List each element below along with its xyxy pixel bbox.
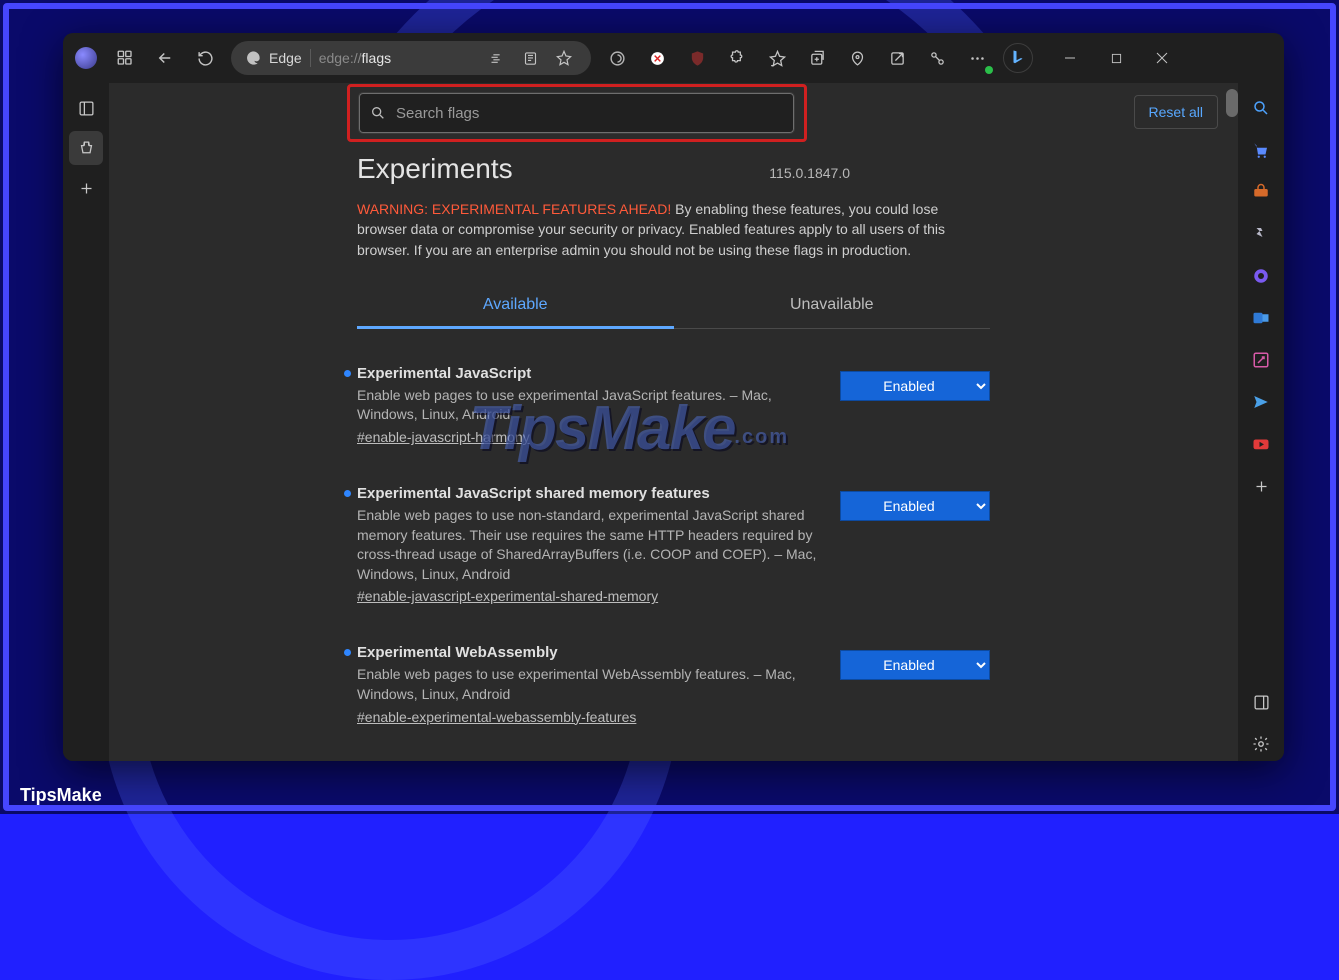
content-area: Reset all Experiments 115.0.1847.0 WARNI…	[109, 83, 1238, 761]
flag-id-link[interactable]: #enable-experimental-webassembly-feature…	[357, 709, 636, 725]
sidebar-tools-icon[interactable]	[1244, 175, 1278, 209]
page-title: Experiments	[357, 153, 513, 185]
sidebar-youtube-icon[interactable]	[1244, 427, 1278, 461]
flag-select-input[interactable]: Enabled	[840, 371, 990, 401]
version-label: 115.0.1847.0	[769, 165, 850, 181]
modified-dot-icon	[344, 649, 351, 656]
warning-text: WARNING: EXPERIMENTAL FEATURES AHEAD! By…	[357, 199, 990, 260]
search-flags-input[interactable]	[396, 105, 783, 122]
sidebar-shopping-icon[interactable]	[1244, 133, 1278, 167]
sidebar-games-icon[interactable]	[1244, 217, 1278, 251]
refresh-icon[interactable]	[185, 38, 225, 78]
reset-all-button[interactable]: Reset all	[1134, 95, 1218, 129]
flag-item: Experimental WebAssembly JavaScript Prom…	[357, 751, 990, 761]
left-sidebar	[63, 83, 109, 761]
footer-caption: TipsMake	[20, 785, 102, 806]
bing-sidebar-icon[interactable]	[1003, 43, 1033, 73]
search-icon	[370, 105, 386, 121]
sidebar-panel-icon[interactable]	[1244, 685, 1278, 719]
search-flags-field[interactable]	[359, 93, 794, 133]
toolbar-icons	[597, 38, 997, 78]
sidebar-send-icon[interactable]	[1244, 385, 1278, 419]
profile-avatar[interactable]	[75, 47, 97, 69]
maximize-button[interactable]	[1093, 38, 1139, 78]
tab-available[interactable]: Available	[357, 284, 674, 329]
right-sidebar	[1238, 83, 1284, 761]
new-tab-icon[interactable]	[69, 171, 103, 205]
reader-mode-icon[interactable]	[517, 38, 543, 78]
url-text: edge://flags	[319, 50, 391, 66]
browser-essentials-icon[interactable]	[837, 38, 877, 78]
collections-icon[interactable]	[797, 38, 837, 78]
flag-item: Experimental JavaScript shared memory fe…	[357, 471, 990, 620]
read-aloud-icon[interactable]	[483, 38, 509, 78]
flag-title: Experimental WebAssembly	[357, 644, 820, 661]
modified-dot-icon	[344, 370, 351, 377]
url-separator	[310, 49, 311, 67]
browser-topbar: Edge edge://flags	[63, 33, 1284, 83]
flags-page: Reset all Experiments 115.0.1847.0 WARNI…	[109, 83, 1238, 761]
scrollbar-thumb[interactable]	[1226, 89, 1238, 117]
sidebar-office-icon[interactable]	[1244, 259, 1278, 293]
flag-state-select[interactable]: Enabled	[840, 650, 990, 680]
flag-description: Enable web pages to use experimental Jav…	[357, 386, 820, 425]
window-controls	[1047, 38, 1185, 78]
vertical-tabs-icon[interactable]	[69, 91, 103, 125]
favorite-star-icon[interactable]	[551, 38, 577, 78]
edge-browser-window: Edge edge://flags	[63, 33, 1284, 761]
tab-unavailable[interactable]: Unavailable	[674, 284, 991, 328]
flag-id-link[interactable]: #enable-javascript-experimental-shared-m…	[357, 588, 658, 604]
address-bar[interactable]: Edge edge://flags	[231, 41, 591, 75]
flags-header: Reset all	[109, 83, 1238, 143]
flag-state-select[interactable]: Enabled	[840, 491, 990, 521]
flag-list: Experimental JavaScript Enable web pages …	[357, 351, 990, 761]
sidebar-edit-icon[interactable]	[1244, 343, 1278, 377]
sidebar-outlook-icon[interactable]	[1244, 301, 1278, 335]
flag-description: Enable web pages to use experimental Web…	[357, 665, 820, 704]
sidebar-search-icon[interactable]	[1244, 91, 1278, 125]
flags-body: Experiments 115.0.1847.0 WARNING: EXPERI…	[109, 143, 1238, 761]
minimize-button[interactable]	[1047, 38, 1093, 78]
edge-logo-icon	[245, 50, 261, 66]
sidebar-settings-icon[interactable]	[1244, 727, 1278, 761]
more-menu-icon[interactable]	[957, 38, 997, 78]
flags-tab-icon[interactable]	[69, 131, 103, 165]
share-icon[interactable]	[877, 38, 917, 78]
back-icon[interactable]	[145, 38, 185, 78]
modified-dot-icon	[344, 490, 351, 497]
flag-description: Enable web pages to use non-standard, ex…	[357, 506, 820, 584]
flags-tabs: Available Unavailable	[357, 284, 990, 329]
extension-icon-2[interactable]	[637, 38, 677, 78]
flag-state-select[interactable]: Enabled	[840, 371, 990, 401]
flag-item: Experimental WebAssembly Enable web pages…	[357, 630, 990, 740]
favorites-icon[interactable]	[757, 38, 797, 78]
flag-item: Experimental JavaScript Enable web pages …	[357, 351, 990, 461]
extension-icon-1[interactable]	[597, 38, 637, 78]
ublock-icon[interactable]	[677, 38, 717, 78]
flag-id-link[interactable]: #enable-javascript-harmony	[357, 429, 530, 445]
flag-select-input[interactable]: Enabled	[840, 650, 990, 680]
url-site-label: Edge	[269, 50, 302, 66]
close-button[interactable]	[1139, 38, 1185, 78]
warning-red: WARNING: EXPERIMENTAL FEATURES AHEAD!	[357, 201, 671, 217]
flag-title: Experimental JavaScript	[357, 365, 820, 382]
sidebar-add-icon[interactable]	[1244, 469, 1278, 503]
extensions-puzzle-icon[interactable]	[717, 38, 757, 78]
performance-icon[interactable]	[917, 38, 957, 78]
flag-title: Experimental JavaScript shared memory fe…	[357, 485, 820, 502]
workspaces-icon[interactable]	[105, 38, 145, 78]
flag-select-input[interactable]: Enabled	[840, 491, 990, 521]
